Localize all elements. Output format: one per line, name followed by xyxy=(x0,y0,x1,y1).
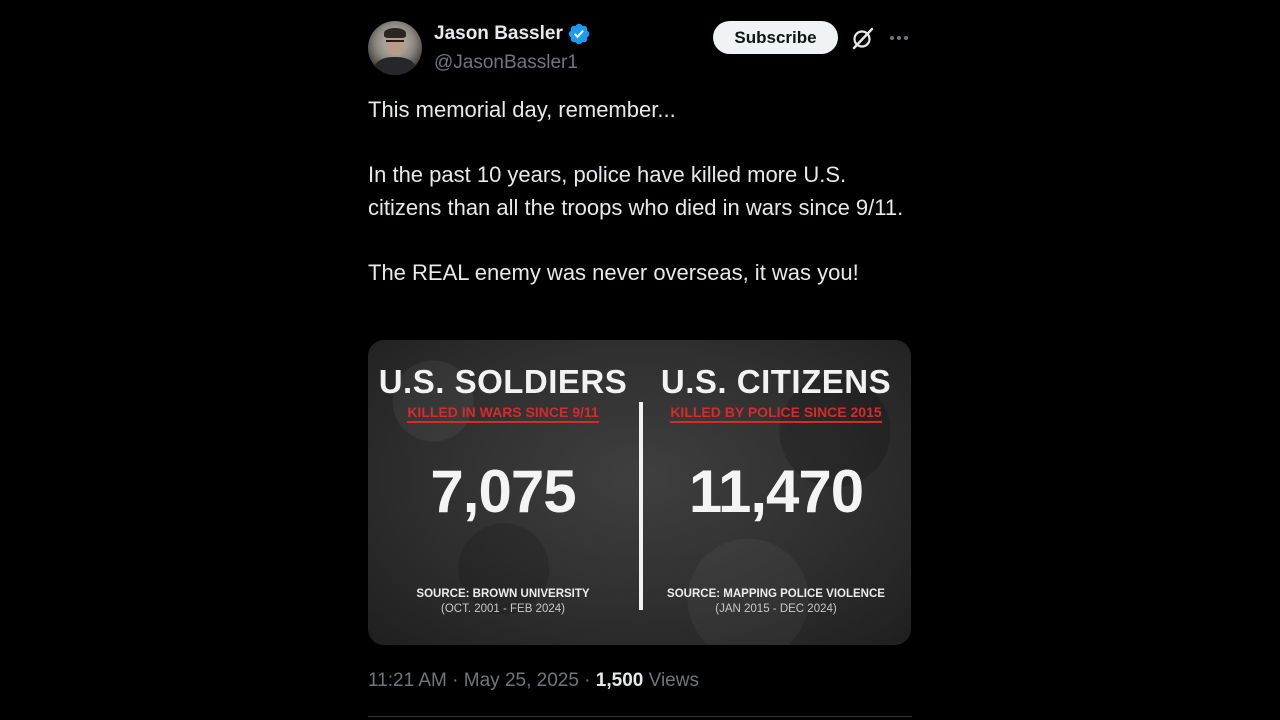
tweet-paragraph: In the past 10 years, police have killed… xyxy=(368,162,904,220)
tweet-meta: 11:21 AM · May 25, 2025 · 1,500 Views xyxy=(368,669,699,693)
soldiers-panel: U.S. SOLDIERS KILLED IN WARS SINCE 9/11 … xyxy=(368,340,638,645)
tweet-date[interactable]: May 25, 2025 xyxy=(464,670,579,691)
tweet-post: Jason Bassler @JasonBassler1 Subscribe T… xyxy=(368,18,912,720)
soldiers-subtitle-text: KILLED IN WARS SINCE 9/11 xyxy=(407,404,599,423)
grok-icon[interactable] xyxy=(850,25,876,51)
tweet-text: This memorial day, remember... In the pa… xyxy=(368,94,912,322)
author-display-name[interactable]: Jason Bassler xyxy=(434,22,563,46)
citizens-panel: U.S. CITIZENS KILLED BY POLICE SINCE 201… xyxy=(641,340,911,645)
author-name-row: Jason Bassler xyxy=(434,22,591,46)
soldiers-source: SOURCE: BROWN UNIVERSITY xyxy=(416,588,590,600)
soldiers-date-range: (OCT. 2001 - FEB 2024) xyxy=(441,603,565,615)
divider-line xyxy=(368,716,912,717)
tweet-paragraph: The REAL enemy was never overseas, it wa… xyxy=(368,259,859,285)
meta-separator: · xyxy=(578,670,596,691)
tweet-paragraph: This memorial day, remember... xyxy=(368,97,676,122)
subscribe-button[interactable]: Subscribe xyxy=(713,21,838,54)
author-handle[interactable]: @JasonBassler1 xyxy=(434,51,578,75)
citizens-title: U.S. CITIZENS xyxy=(660,363,892,400)
soldiers-subtitle: KILLED IN WARS SINCE 9/11 xyxy=(368,403,638,423)
citizens-date-range: (JAN 2015 - DEC 2024) xyxy=(715,603,837,615)
views-count[interactable]: 1,500 xyxy=(596,670,644,691)
citizens-subtitle-text: KILLED BY POLICE SINCE 2015 xyxy=(670,404,882,423)
tweet-media-image[interactable]: U.S. SOLDIERS KILLED IN WARS SINCE 9/11 … xyxy=(368,340,911,645)
soldiers-title: U.S. SOLDIERS xyxy=(378,363,628,400)
soldiers-count: 7,075 xyxy=(430,458,576,525)
citizens-count: 11,470 xyxy=(688,458,864,525)
meta-separator: · xyxy=(446,670,464,691)
views-label: Views xyxy=(648,670,699,691)
avatar[interactable] xyxy=(368,21,422,75)
more-horizontal-icon[interactable] xyxy=(886,25,912,51)
citizens-source: SOURCE: MAPPING POLICE VIOLENCE xyxy=(667,588,885,600)
tweet-time[interactable]: 11:21 AM xyxy=(368,670,447,691)
citizens-subtitle: KILLED BY POLICE SINCE 2015 xyxy=(641,403,911,423)
verified-badge-icon[interactable] xyxy=(567,22,591,46)
